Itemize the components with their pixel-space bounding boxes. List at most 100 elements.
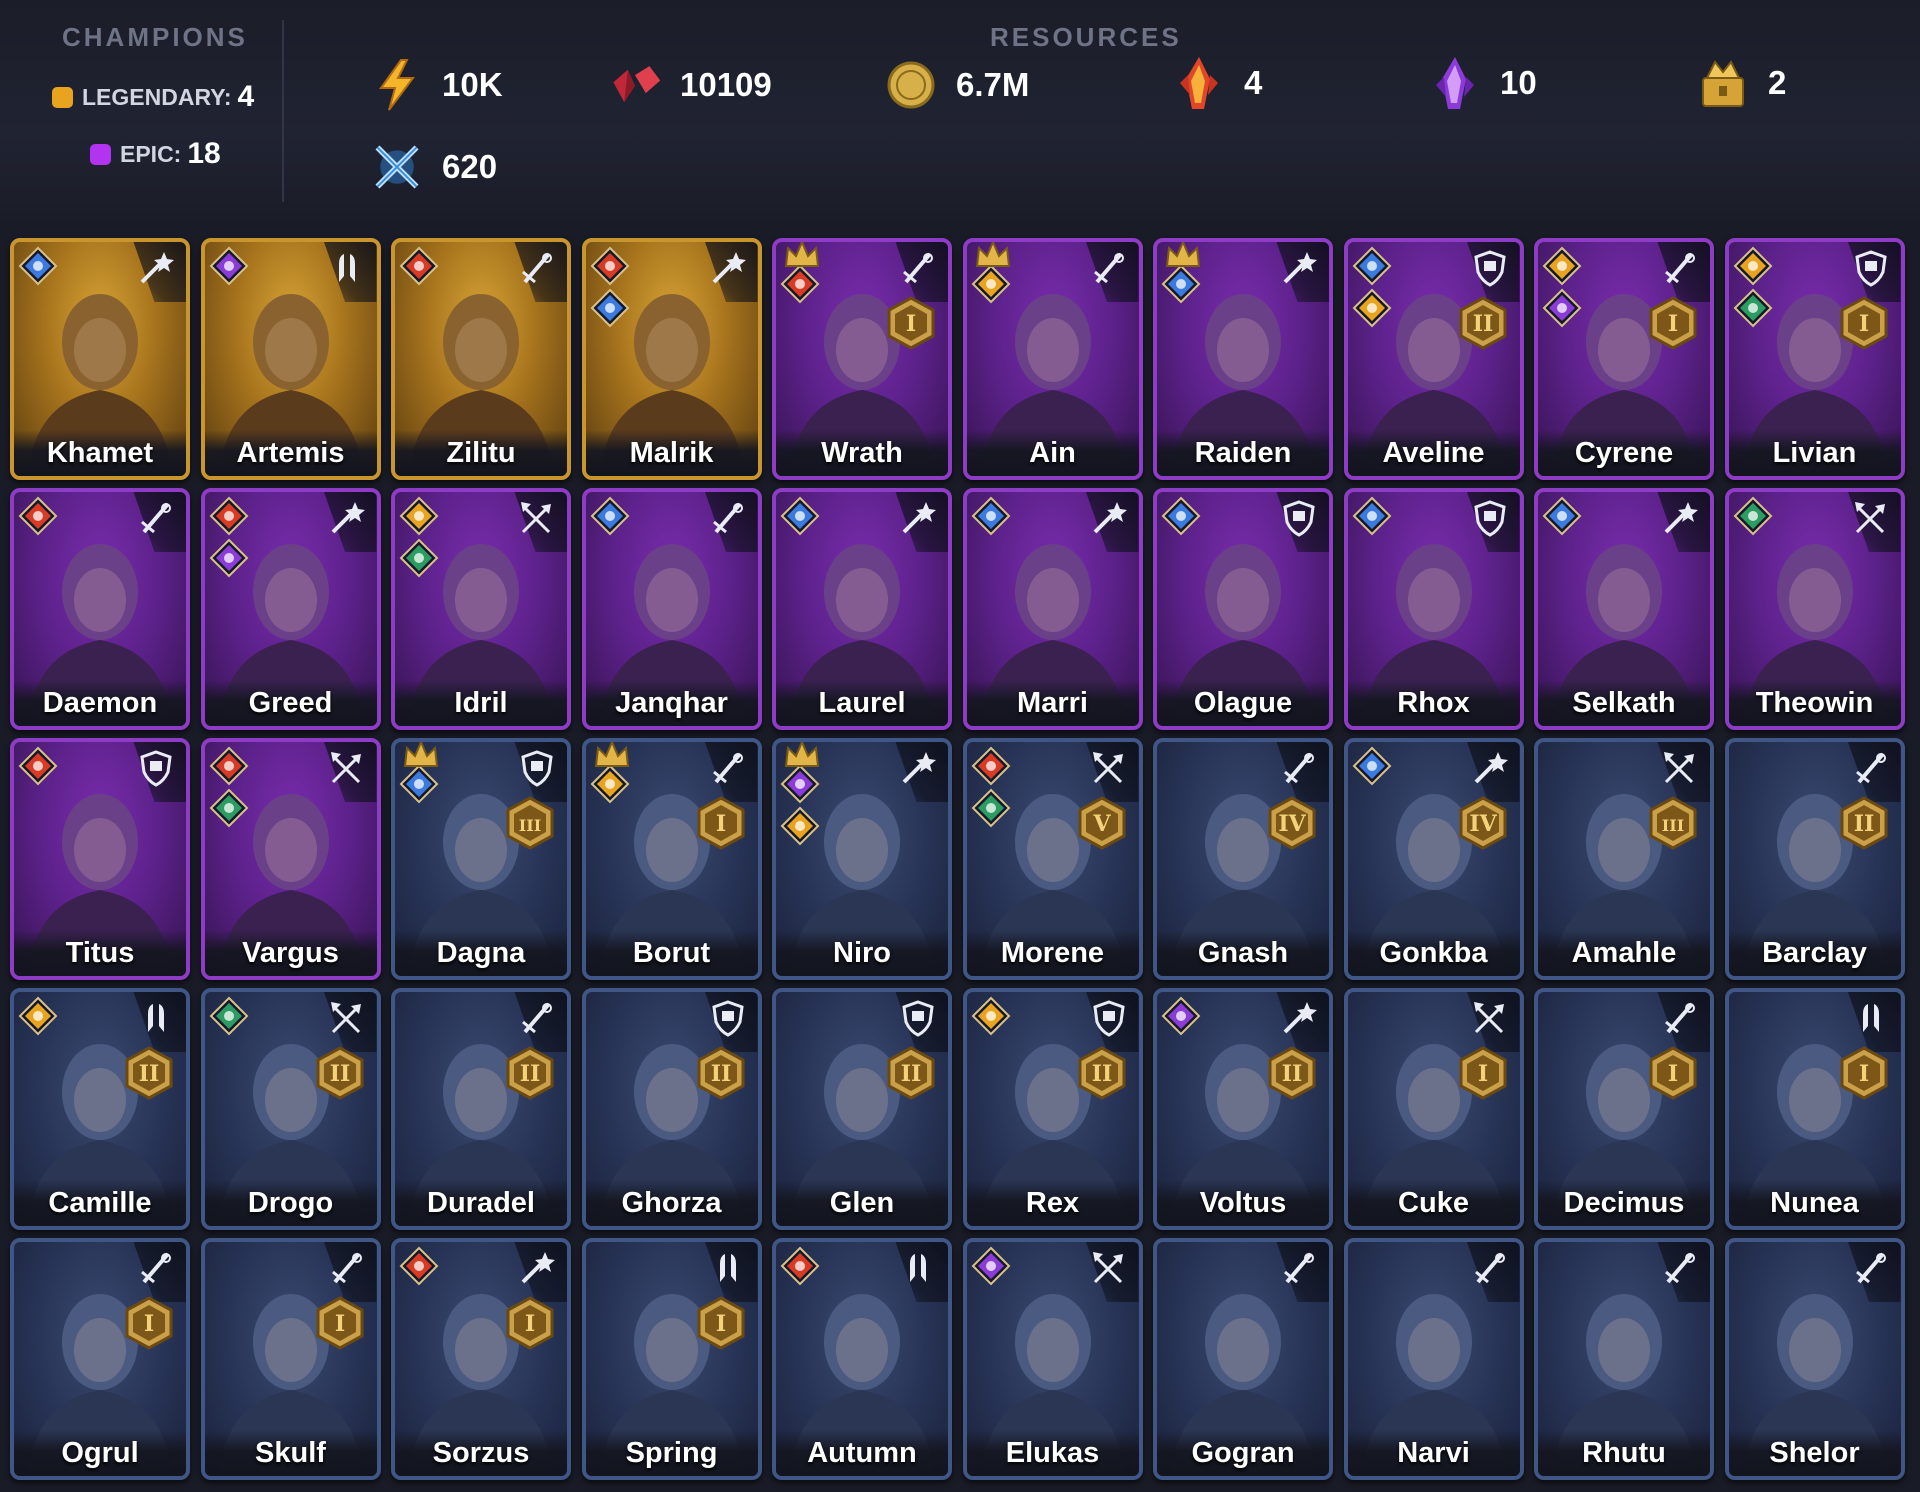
champion-card-drogo[interactable]: II Drogo	[200, 988, 381, 1230]
svg-text:I: I	[906, 311, 916, 337]
champion-name: Rex	[1025, 1187, 1080, 1219]
magic-role-icon	[898, 748, 938, 788]
champion-card-skulf[interactable]: I Skulf	[200, 1238, 381, 1480]
champion-card-gogran[interactable]: Gogran	[1153, 1238, 1333, 1480]
champion-card-morene[interactable]: V Morene	[962, 738, 1143, 980]
name-bar: Spring	[585, 1430, 758, 1476]
champion-card-gnash[interactable]: IV Gnash	[1153, 738, 1333, 980]
champion-card-idril[interactable]: Idril	[391, 488, 571, 730]
gold-chest-icon	[1696, 56, 1750, 110]
defense-role-icon	[1089, 998, 1129, 1038]
champion-name: Laurel	[818, 687, 906, 719]
champion-card-ghorza[interactable]: II Ghorza	[581, 988, 762, 1230]
champion-card-rhox[interactable]: Rhox	[1343, 488, 1524, 730]
champion-card-glen[interactable]: II Glen	[772, 988, 952, 1230]
champion-card-ain[interactable]: Ain	[962, 238, 1143, 480]
support-role-icon	[1851, 998, 1891, 1038]
name-bar: Khamet	[14, 430, 186, 476]
magic-affinity-icon	[590, 288, 630, 328]
name-bar: Shelor	[1728, 1430, 1901, 1476]
champion-card-marri[interactable]: Marri	[962, 488, 1143, 730]
champion-card-rex[interactable]: II Rex	[962, 988, 1143, 1230]
magic-role-icon	[898, 498, 938, 538]
champion-card-ogrul[interactable]: I Ogrul	[10, 1238, 190, 1480]
header-bar: CHAMPIONS LEGENDARY: 4 EPIC: 18 RESOURCE…	[0, 0, 1920, 222]
resource-gold-chest[interactable]: 2	[1696, 56, 1786, 110]
champion-card-decimus[interactable]: I Decimus	[1534, 988, 1714, 1230]
champion-card-barclay[interactable]: II Barclay	[1724, 738, 1905, 980]
svg-text:I: I	[1858, 1061, 1868, 1087]
champion-card-titus[interactable]: Titus	[10, 738, 190, 980]
champion-card-olague[interactable]: Olague	[1153, 488, 1333, 730]
champion-card-laurel[interactable]: Laurel	[772, 488, 952, 730]
gold-affinity-icon	[1542, 246, 1582, 286]
champion-card-autumn[interactable]: Autumn	[772, 1238, 952, 1480]
force-affinity-icon	[18, 746, 58, 786]
champion-name: Camille	[48, 1187, 152, 1219]
resource-energy[interactable]: 10K	[370, 58, 503, 112]
svg-text:III: III	[1662, 816, 1684, 835]
magic-role-icon	[708, 248, 748, 288]
name-bar: Morene	[966, 930, 1139, 976]
champion-card-artemis[interactable]: Artemis	[200, 238, 381, 480]
champion-card-voltus[interactable]: II Voltus	[1153, 988, 1333, 1230]
champion-card-aveline[interactable]: II Aveline	[1343, 238, 1524, 480]
champion-card-borut[interactable]: I Borut	[581, 738, 762, 980]
resource-void-shard[interactable]: 10	[1428, 56, 1537, 110]
ascension-rank-badge: I	[696, 1296, 746, 1350]
svg-text:I: I	[715, 1311, 725, 1337]
name-bar: Autumn	[776, 1430, 948, 1476]
magic-role-icon	[1089, 498, 1129, 538]
champion-card-spring[interactable]: I Spring	[581, 1238, 762, 1480]
champion-card-camille[interactable]: II Camille	[10, 988, 190, 1230]
ascension-rank-badge: I	[1839, 1046, 1889, 1100]
champion-card-cuke[interactable]: I Cuke	[1343, 988, 1524, 1230]
champion-card-sorzus[interactable]: I Sorzus	[391, 1238, 571, 1480]
champion-name: Sorzus	[432, 1437, 530, 1469]
resource-gold[interactable]: 6.7M	[884, 58, 1029, 112]
champion-card-vargus[interactable]: Vargus	[200, 738, 381, 980]
champion-card-raiden[interactable]: Raiden	[1153, 238, 1333, 480]
svg-text:II: II	[520, 1061, 541, 1087]
defense-role-icon	[1851, 248, 1891, 288]
ascension-rank-badge: II	[124, 1046, 174, 1100]
champion-card-zilitu[interactable]: Zilitu	[391, 238, 571, 480]
defense-role-icon	[1279, 498, 1319, 538]
champion-card-gonkba[interactable]: IV Gonkba	[1343, 738, 1524, 980]
champion-card-janqhar[interactable]: Janqhar	[581, 488, 762, 730]
force-affinity-icon	[971, 746, 1011, 786]
champion-card-wrath[interactable]: I Wrath	[772, 238, 952, 480]
magic-affinity-icon	[1352, 246, 1392, 286]
champion-card-niro[interactable]: Niro	[772, 738, 952, 980]
champion-name: Titus	[65, 937, 135, 969]
champion-card-rhutu[interactable]: Rhutu	[1534, 1238, 1714, 1480]
champion-card-shelor[interactable]: Shelor	[1724, 1238, 1905, 1480]
champion-name: Borut	[632, 937, 711, 969]
arena-tokens-value: 620	[442, 148, 498, 185]
champion-card-amahle[interactable]: III Amahle	[1534, 738, 1714, 980]
champion-card-khamet[interactable]: Khamet	[10, 238, 190, 480]
champion-card-daemon[interactable]: Daemon	[10, 488, 190, 730]
crown-icon	[973, 242, 1013, 268]
champion-card-narvi[interactable]: Narvi	[1343, 1238, 1524, 1480]
champion-card-cyrene[interactable]: I Cyrene	[1534, 238, 1714, 480]
champion-card-duradel[interactable]: II Duradel	[391, 988, 571, 1230]
resource-fire-shard[interactable]: 4	[1172, 56, 1262, 110]
champion-card-elukas[interactable]: Elukas	[962, 1238, 1143, 1480]
ascension-rank-badge: II	[1839, 796, 1889, 850]
champion-name: Decimus	[1563, 1187, 1685, 1219]
champion-card-selkath[interactable]: Selkath	[1534, 488, 1714, 730]
champion-card-dagna[interactable]: III Dagna	[391, 738, 571, 980]
champion-card-greed[interactable]: Greed	[200, 488, 381, 730]
magic-affinity-icon	[1542, 496, 1582, 536]
fire-shard-value: 4	[1244, 64, 1263, 101]
resource-arena-tokens[interactable]: 620	[370, 140, 497, 194]
resource-gems[interactable]: 10109	[608, 58, 772, 112]
champion-name: Vargus	[242, 937, 339, 969]
name-bar: Duradel	[395, 1180, 567, 1226]
champion-card-malrik[interactable]: Malrik	[581, 238, 762, 480]
champion-card-nunea[interactable]: I Nunea	[1724, 988, 1905, 1230]
legendary-label: LEGENDARY:	[82, 83, 232, 110]
champion-card-theowin[interactable]: Theowin	[1724, 488, 1905, 730]
champion-card-livian[interactable]: I Livian	[1724, 238, 1905, 480]
